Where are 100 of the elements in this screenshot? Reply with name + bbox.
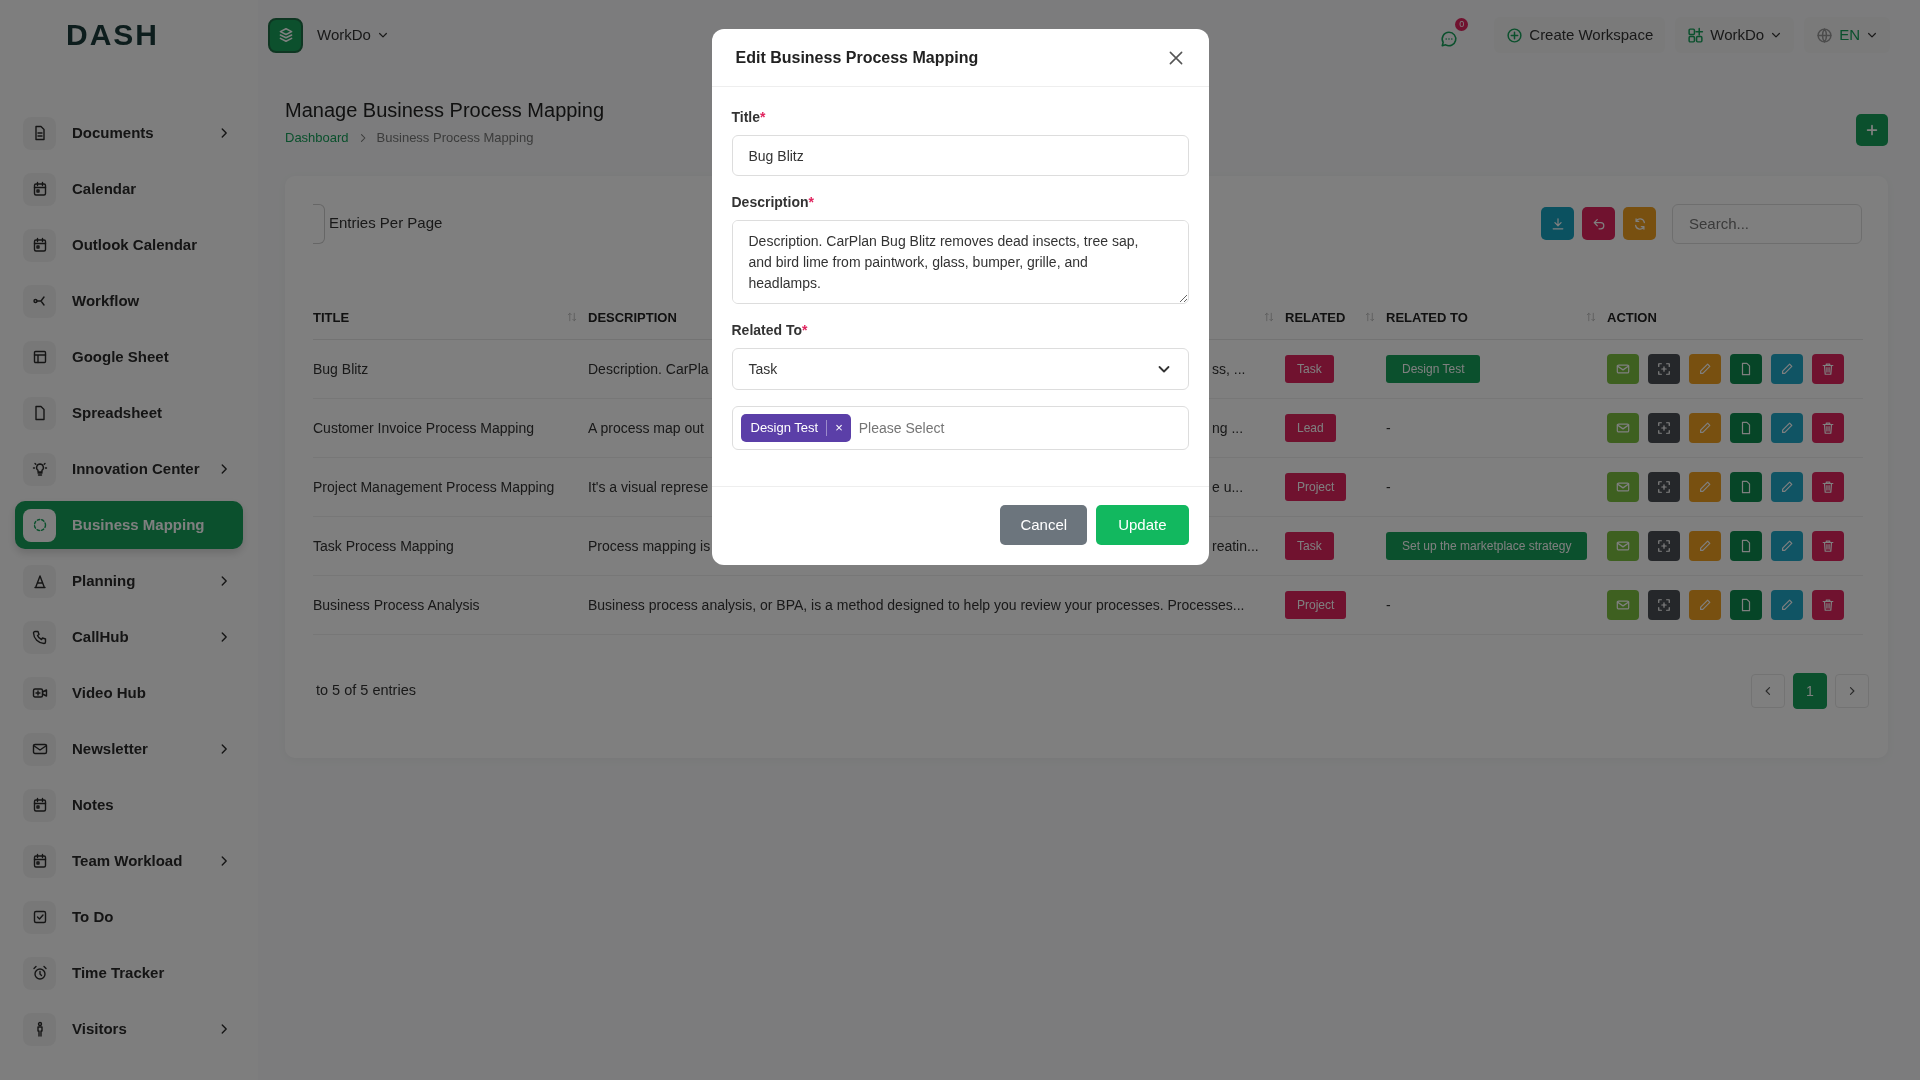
video-icon (31, 685, 48, 701)
action-button[interactable] (1730, 472, 1762, 502)
related-to-select[interactable]: Task (731, 348, 1189, 390)
apps-icon (1687, 26, 1705, 44)
pencil-icon (1698, 362, 1712, 376)
action-button[interactable] (1771, 472, 1803, 502)
action-button[interactable] (1607, 413, 1639, 443)
trash-icon (1821, 480, 1835, 494)
action-button[interactable] (1812, 413, 1844, 443)
update-button[interactable]: Update (1096, 505, 1189, 545)
scan-icon (1657, 480, 1671, 494)
entries-select[interactable] (313, 203, 325, 244)
action-button[interactable] (1730, 413, 1762, 443)
description-field[interactable]: Description. CarPlan Bug Blitz removes dead insects, tree sap, and bird lime from paintwork, glass, bumper, grille, and headlamps. (731, 220, 1189, 304)
lightbulb-icon (31, 461, 48, 477)
table-cell-text: ng ... (1212, 418, 1244, 438)
sidebar-item[interactable]: Innovation Center (15, 445, 243, 493)
action-button[interactable] (1607, 590, 1639, 620)
add-button[interactable] (1856, 114, 1888, 146)
back-button[interactable] (1582, 207, 1615, 240)
mail-icon (1616, 598, 1630, 612)
pencil-icon (1698, 598, 1712, 612)
table-icon (31, 349, 48, 365)
action-button[interactable] (1689, 531, 1721, 561)
related-to-badge: Design Test (1386, 355, 1481, 383)
calendar-icon (31, 797, 48, 813)
logo: DASH (66, 17, 159, 53)
column-header: DESCRIPTION (588, 308, 677, 327)
sidebar-item[interactable]: To Do (15, 893, 243, 941)
column-header: TITLE (313, 308, 350, 327)
action-button[interactable] (1771, 413, 1803, 443)
action-button[interactable] (1648, 531, 1680, 561)
action-button[interactable] (1689, 413, 1721, 443)
calendar-icon (31, 237, 48, 253)
action-button[interactable] (1648, 413, 1680, 443)
table-cell-text: ss, ... (1212, 359, 1246, 379)
next-page-button[interactable] (1835, 674, 1869, 708)
mail-icon (1616, 421, 1630, 435)
page-button[interactable]: 1 (1793, 673, 1827, 709)
action-button[interactable] (1771, 531, 1803, 561)
sidebar-item[interactable]: Video Hub (15, 669, 243, 717)
action-button[interactable] (1607, 354, 1639, 384)
sidebar-item[interactable]: Visitors (15, 1005, 243, 1053)
column-header: RELATED (1285, 308, 1346, 327)
file-icon (1739, 539, 1753, 553)
workspace-dropdown[interactable]: WorkDo (313, 16, 393, 54)
previous-page-button[interactable] (1751, 674, 1785, 708)
action-button[interactable] (1607, 531, 1639, 561)
search-field[interactable]: Search... (1672, 203, 1862, 244)
cancel-button[interactable]: Cancel (1000, 505, 1088, 545)
sidebar-item[interactable]: Planning (15, 557, 243, 605)
field-label: Description (731, 194, 809, 210)
action-button[interactable] (1812, 472, 1844, 502)
table-cell: Bug Blitz (313, 360, 369, 377)
action-button[interactable] (1771, 590, 1803, 620)
action-button[interactable] (1607, 472, 1639, 502)
related-to-tags-field[interactable]: Design Test × Please Select (731, 406, 1189, 450)
sidebar-item[interactable]: Notes (15, 781, 243, 829)
table-cell: - (1386, 419, 1391, 436)
sidebar-item[interactable]: Workflow (15, 277, 243, 325)
action-button[interactable] (1689, 590, 1721, 620)
sidebar-item[interactable]: Team Workload (15, 837, 243, 885)
mail-icon (1616, 539, 1630, 553)
sidebar-item[interactable]: Calendar (15, 165, 243, 213)
notification-button[interactable]: 0 (1436, 17, 1469, 53)
action-button[interactable] (1771, 354, 1803, 384)
download-button[interactable] (1541, 207, 1574, 240)
workspace-logo[interactable] (268, 17, 303, 53)
breadcrumb-link[interactable]: Dashboard (285, 128, 349, 148)
action-button[interactable] (1730, 590, 1762, 620)
action-button[interactable] (1730, 354, 1762, 384)
scan-icon (1657, 598, 1671, 612)
action-button[interactable] (1648, 354, 1680, 384)
mail-icon (1616, 480, 1630, 494)
sidebar-item[interactable]: Business Mapping (15, 501, 243, 549)
file-icon (1739, 421, 1753, 435)
action-button[interactable] (1812, 531, 1844, 561)
table-cell: - (1386, 596, 1391, 613)
title-field[interactable]: Bug Blitz (731, 135, 1189, 176)
sidebar-item[interactable]: Google Sheet (15, 333, 243, 381)
table-cell-text: Process mapping is (588, 536, 710, 556)
mail-icon (1616, 362, 1630, 376)
action-button[interactable] (1812, 354, 1844, 384)
action-button[interactable] (1812, 590, 1844, 620)
action-button[interactable] (1689, 472, 1721, 502)
refresh-button[interactable] (1623, 207, 1656, 240)
sidebar-item[interactable]: Documents (15, 109, 243, 157)
table-cell-text: Description. CarPla (588, 359, 710, 379)
sidebar-item[interactable]: CallHub (15, 613, 243, 661)
action-button[interactable] (1730, 531, 1762, 561)
sidebar-item[interactable]: Newsletter (15, 725, 243, 773)
related-badge: Project (1285, 473, 1347, 501)
action-button[interactable] (1689, 354, 1721, 384)
sidebar-item[interactable]: Time Tracker (15, 949, 243, 997)
refresh-icon (1632, 216, 1647, 231)
sidebar-item[interactable]: Spreadsheet (15, 389, 243, 437)
action-button[interactable] (1648, 590, 1680, 620)
sidebar-item[interactable]: Outlook Calendar (15, 221, 243, 269)
remove-tag-button[interactable]: × (826, 420, 851, 436)
action-button[interactable] (1648, 472, 1680, 502)
